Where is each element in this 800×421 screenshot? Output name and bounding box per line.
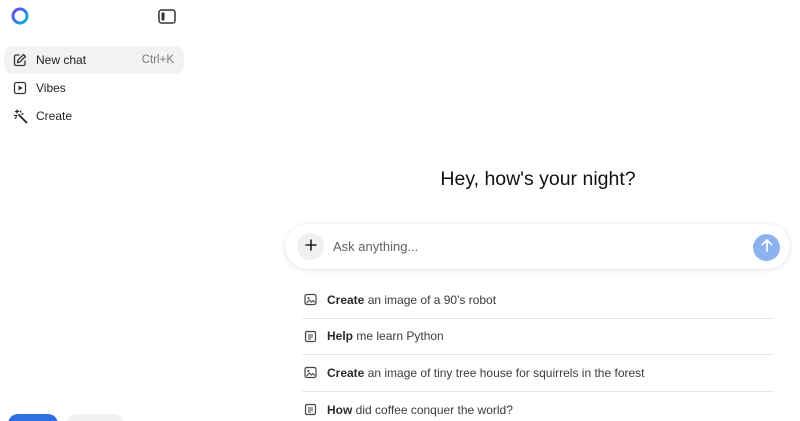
keyboard-shortcut: Ctrl+K [141,54,174,66]
suggestion-text: an image of a 90's robot [364,292,497,307]
suggestion-item[interactable]: Create an image of a 90's robot [302,282,774,319]
ask-input[interactable] [333,236,733,256]
magic-wand-icon [12,108,28,124]
suggestion-text: me learn Python [353,329,444,344]
suggestion-item[interactable]: Create an image of tiny tree house for s… [302,355,774,392]
suggestion-verb: Help [327,329,354,344]
sidebar-item-vibes[interactable]: Vibes [4,74,184,102]
sidebar-nav: New chat Ctrl+K Vibes Create [4,46,184,130]
sidebar-item-create[interactable]: Create [4,102,184,130]
edit-icon [12,52,28,68]
document-icon [304,403,318,417]
add-attachment-button[interactable] [297,233,324,260]
suggestion-item[interactable]: How did coffee conquer the world? [302,392,774,421]
document-icon [304,329,318,343]
account-button[interactable] [8,414,58,421]
suggestion-text: did coffee conquer the world? [352,402,513,417]
arrow-up-icon [761,238,773,257]
sidebar-item-label: New chat [36,53,87,67]
secondary-button[interactable] [66,414,124,421]
plus-icon [304,238,317,256]
suggestion-verb: Create [327,292,365,307]
greeting-heading: Hey, how's your night? [440,168,636,190]
sidebar-toggle-icon[interactable] [158,9,176,24]
copilot-logo-icon[interactable] [10,6,30,26]
suggestion-text: an image of tiny tree house for squirrel… [364,365,645,380]
suggestion-item[interactable]: Help me learn Python [302,319,774,355]
image-icon [304,293,318,307]
send-button[interactable] [753,234,780,261]
suggestion-verb: How [327,402,353,417]
sidebar-item-new-chat[interactable]: New chat Ctrl+K [4,46,184,74]
composer [285,224,790,269]
suggestion-verb: Create [327,365,365,380]
sidebar-item-label: Create [36,109,73,123]
suggestion-list: Create an image of a 90's robot Help me … [302,282,774,421]
image-icon [304,366,318,380]
sidebar-item-label: Vibes [36,81,66,95]
play-square-icon [12,80,28,96]
